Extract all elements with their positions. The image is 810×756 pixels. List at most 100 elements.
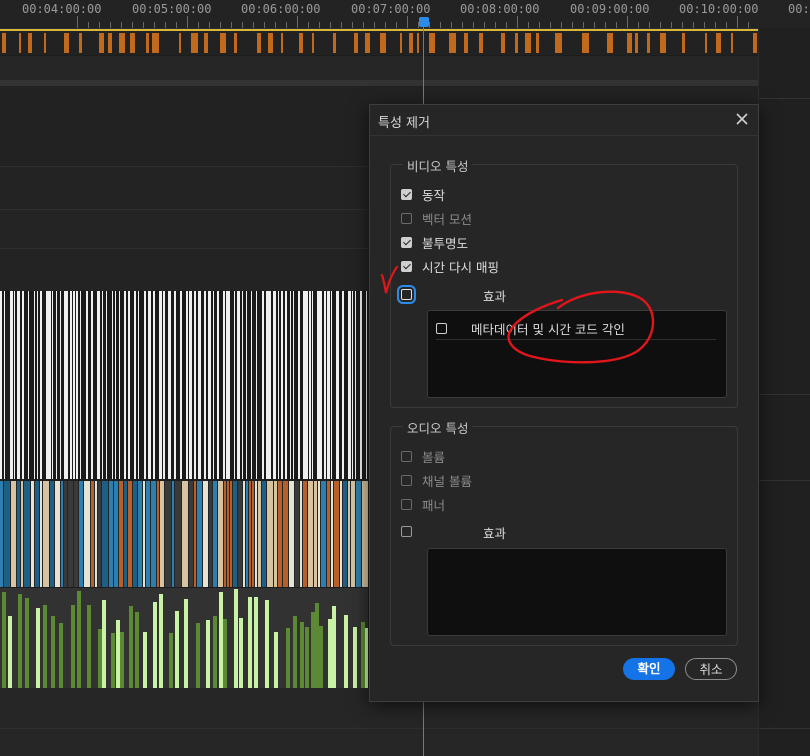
waveform-segment [153, 602, 157, 688]
clip-marker [627, 33, 632, 53]
clip-segment [80, 291, 81, 479]
waveform-segment [286, 628, 290, 688]
thumbnail-segment [24, 481, 30, 587]
audio-track-waveform[interactable] [0, 588, 368, 688]
clip-marker [536, 33, 539, 53]
clip-segment [70, 291, 72, 479]
ruler-label: 00:1 [788, 2, 810, 16]
clip-segment [331, 291, 332, 479]
clip-marker [2, 33, 6, 53]
clip-segment [37, 291, 38, 479]
clip-segment [348, 291, 351, 479]
audio-effects-list[interactable] [427, 548, 727, 636]
video-effects-checkbox[interactable] [397, 284, 416, 304]
channel-volume-checkbox[interactable] [401, 474, 412, 486]
clip-segment [327, 291, 330, 479]
clip-marker [582, 33, 589, 53]
timeline-ruler[interactable]: 00:04:00:00 00:05:00:00 00:06:00:00 00:0… [0, 0, 758, 29]
video-track-clips[interactable] [0, 291, 368, 479]
option-motion[interactable]: 동작 [401, 185, 445, 203]
thumbnail-segment [95, 481, 97, 587]
waveform-segment [169, 633, 173, 688]
opacity-checkbox[interactable] [401, 236, 412, 248]
option-opacity[interactable]: 불투명도 [401, 233, 468, 251]
clip-segment [17, 291, 20, 479]
ok-button[interactable]: 확인 [623, 658, 675, 680]
ruler-tick [704, 22, 705, 28]
option-time-remapping[interactable]: 시간 다시 매핑 [401, 257, 499, 275]
ruler-tick [253, 22, 254, 28]
ruler-tick [451, 22, 452, 28]
clip-segment [115, 291, 116, 479]
motion-checkbox[interactable] [401, 188, 412, 200]
ruler-tick [572, 22, 573, 28]
waveform-segment [184, 599, 188, 688]
clip-marker [257, 33, 261, 53]
option-channel-volume[interactable]: 채널 볼륨 [401, 471, 472, 489]
thumbnail-segment [157, 481, 159, 587]
waveform-segment [300, 622, 304, 688]
clip-marker [204, 33, 208, 53]
close-button[interactable] [734, 111, 750, 127]
time-remapping-checkbox[interactable] [401, 260, 412, 272]
timecode-burnin-checkbox[interactable] [436, 322, 447, 334]
thumbnail-segment [146, 481, 150, 587]
clip-marker [79, 33, 82, 53]
ruler-label: 00:04:00:00 [22, 2, 102, 16]
ruler-tick [429, 22, 430, 28]
thumbnail-segment [213, 481, 217, 587]
clip-strip-highlight [0, 29, 758, 31]
ruler-tick [748, 22, 749, 28]
ruler-tick [693, 22, 694, 28]
clip-segment [229, 291, 230, 479]
effect-item-label: 메타데이터 및 시간 코드 각인 [471, 321, 625, 337]
clip-segment [246, 291, 247, 479]
option-volume[interactable]: 볼륨 [401, 447, 445, 465]
thumbnail-segment [252, 481, 254, 587]
ruler-tick [385, 22, 386, 28]
clip-segment [180, 291, 182, 479]
track-empty-1[interactable] [0, 56, 758, 80]
clip-segment [49, 291, 51, 479]
dialog-header: 특성 제거 [370, 105, 758, 136]
playhead-handle[interactable] [419, 17, 429, 27]
ruler-tick [154, 22, 155, 28]
clip-marker [555, 33, 562, 53]
clip-marker [705, 33, 707, 53]
ruler-tick [132, 22, 133, 28]
volume-checkbox[interactable] [401, 450, 412, 462]
option-vector-motion[interactable]: 벡터 모션 [401, 209, 472, 227]
ruler-tick [231, 22, 232, 28]
thumbnail-segment [283, 481, 288, 587]
ruler-tick [627, 16, 628, 28]
clip-marker [400, 33, 402, 53]
vector-motion-checkbox[interactable] [401, 212, 412, 224]
right-panel [758, 28, 810, 756]
option-video-effects[interactable] [397, 284, 416, 304]
clip-segment [106, 291, 107, 479]
waveform-segment [206, 620, 210, 688]
waveform-segment [254, 597, 258, 688]
waveform-segment [265, 600, 269, 688]
ruler-label: 00:08:00:00 [460, 2, 540, 16]
clip-segment [320, 291, 322, 479]
thumbnail-segment [143, 481, 145, 587]
effect-item-timecode-burnin[interactable]: 메타데이터 및 시간 코드 각인 [436, 317, 716, 340]
clip-marker [146, 33, 149, 53]
ruler-tick [462, 22, 463, 28]
clip-marker [108, 33, 112, 53]
thumbnail-segment [151, 481, 156, 587]
video-effects-list[interactable]: 메타데이터 및 시간 코드 각인 [427, 310, 727, 398]
thumbnail-segment [362, 481, 368, 587]
cancel-button[interactable]: 취소 [685, 658, 737, 680]
ruler-tick [440, 22, 441, 28]
option-audio-effects[interactable] [401, 522, 412, 540]
option-panner[interactable]: 패너 [401, 495, 445, 513]
audio-effects-checkbox[interactable] [401, 525, 412, 537]
video-track-thumbnails[interactable] [0, 481, 368, 587]
panner-checkbox[interactable] [401, 498, 412, 510]
video-clip-strip[interactable] [0, 29, 758, 55]
clip-marker [449, 33, 456, 53]
thumbnail-segment [119, 481, 123, 587]
thumbnail-segment [128, 481, 132, 587]
